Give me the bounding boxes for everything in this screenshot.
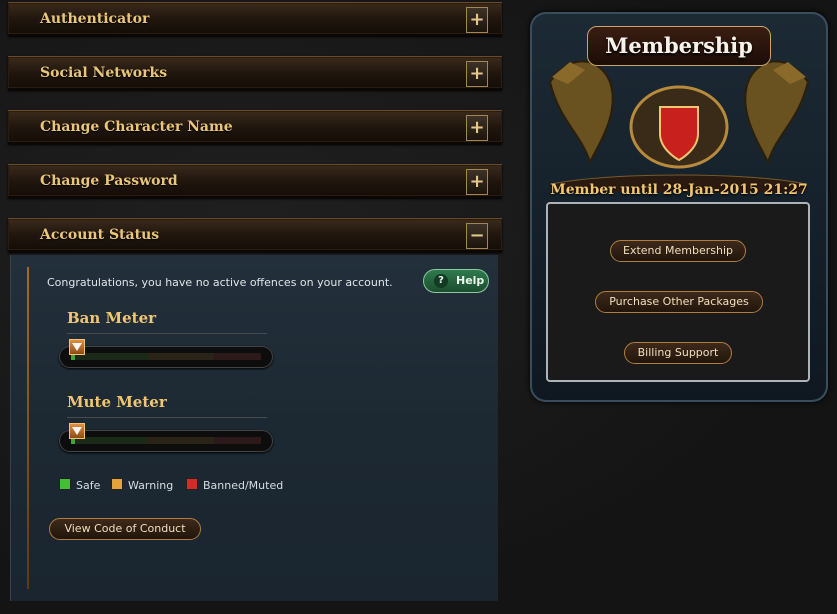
accordion-label: Authenticator <box>40 11 150 27</box>
accordion-change-password[interactable]: Change Password + <box>8 164 502 198</box>
collapse-minus-icon[interactable]: − <box>466 223 488 249</box>
accordion-account-status[interactable]: Account Status − <box>8 218 502 252</box>
banned-swatch-icon <box>186 478 198 490</box>
expand-plus-icon[interactable]: + <box>466 115 488 141</box>
accordion-label: Change Password <box>40 173 178 189</box>
meter-marker-icon <box>69 339 85 355</box>
expand-plus-icon[interactable]: + <box>466 169 488 195</box>
mute-meter-title: Mute Meter <box>67 393 167 411</box>
meter-track <box>71 353 261 360</box>
legend-safe: Safe <box>59 478 100 492</box>
membership-title: Membership <box>605 33 753 58</box>
legend-warning: Warning <box>111 478 173 492</box>
membership-expiry: Member until 28-Jan-2015 21:27 <box>550 182 808 198</box>
ban-meter <box>59 339 273 368</box>
meter-track <box>71 437 261 444</box>
question-icon: ? <box>434 274 448 288</box>
membership-banner: Membership <box>587 26 771 66</box>
purchase-other-packages-button[interactable]: Purchase Other Packages <box>595 291 763 313</box>
panel-divider <box>27 267 29 589</box>
expand-plus-icon[interactable]: + <box>466 61 488 87</box>
safe-swatch-icon <box>59 478 71 490</box>
account-status-panel: Congratulations, you have no active offe… <box>10 255 498 601</box>
billing-support-button[interactable]: Billing Support <box>624 342 732 364</box>
accordion-label: Social Networks <box>40 65 168 81</box>
ban-meter-title: Ban Meter <box>67 309 157 327</box>
status-message: Congratulations, you have no active offe… <box>47 276 393 289</box>
expand-plus-icon[interactable]: + <box>466 7 488 33</box>
legend-label: Banned/Muted <box>203 479 284 492</box>
warning-swatch-icon <box>111 478 123 490</box>
accordion-change-character-name[interactable]: Change Character Name + <box>8 110 502 144</box>
extend-membership-button[interactable]: Extend Membership <box>610 240 746 262</box>
legend-label: Warning <box>128 479 174 492</box>
accordion-label: Change Character Name <box>40 119 233 135</box>
membership-panel: Membership Member until 28-Jan-2015 21:2… <box>530 12 828 402</box>
membership-actions: Extend Membership Purchase Other Package… <box>546 202 810 382</box>
accordion-social-networks[interactable]: Social Networks + <box>8 56 502 90</box>
accordion-label: Account Status <box>40 227 160 243</box>
accordion-authenticator[interactable]: Authenticator + <box>8 2 502 36</box>
mute-meter <box>59 423 273 452</box>
divider <box>67 333 267 334</box>
meter-marker-icon <box>69 423 85 439</box>
view-code-of-conduct-button[interactable]: View Code of Conduct <box>49 518 201 540</box>
divider <box>67 417 267 418</box>
legend-label: Safe <box>76 479 101 492</box>
legend-banned-muted: Banned/Muted <box>186 478 283 492</box>
help-button[interactable]: ? Help <box>423 269 489 293</box>
help-label: Help <box>456 274 485 287</box>
